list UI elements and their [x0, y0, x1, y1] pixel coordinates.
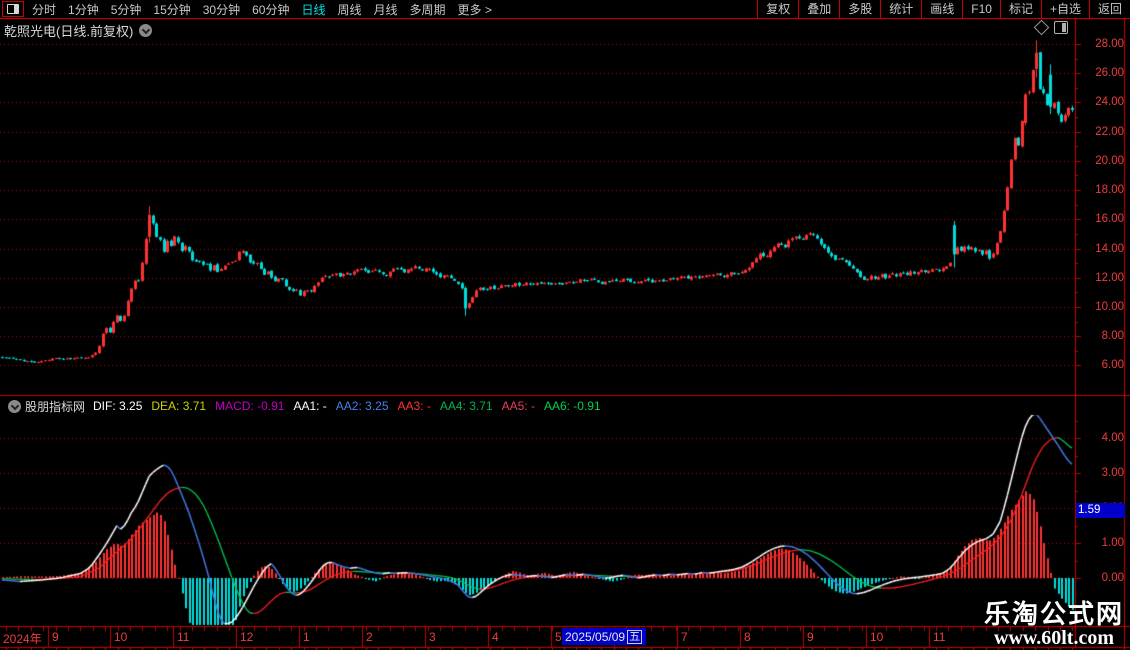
tab-1分钟[interactable]: 1分钟: [62, 1, 105, 18]
tab-多周期[interactable]: 多周期: [404, 1, 452, 18]
indicator-tick-label: 0.00: [1101, 572, 1124, 584]
toolbar-button-多股[interactable]: 多股: [839, 0, 880, 18]
watermark-site-url: www.60lt.com: [994, 627, 1114, 649]
toolbar-button-+自选[interactable]: +自选: [1040, 0, 1089, 18]
month-label-12[interactable]: 12: [240, 630, 253, 644]
toolbar-button-统计[interactable]: 统计: [880, 0, 921, 18]
price-tick-label: 22.00: [1095, 125, 1124, 138]
price-tick-label: 26.00: [1095, 67, 1124, 80]
price-tick-label: 16.00: [1095, 213, 1124, 226]
indicator-field: DEA: 3.71: [151, 399, 207, 413]
year-label: 2024年: [3, 632, 42, 646]
price-and-indicator-canvas[interactable]: [0, 0, 1130, 650]
month-label-9[interactable]: 9: [807, 630, 814, 644]
split-window-icon[interactable]: [1054, 21, 1068, 34]
toolbar-button-返回[interactable]: 返回: [1088, 0, 1130, 18]
chevron-down-icon[interactable]: [8, 399, 21, 413]
month-label-11[interactable]: 11: [177, 630, 189, 644]
tab-日线[interactable]: 日线: [295, 1, 331, 18]
indicator-header: 股朋指标网 DIF: 3.25 DEA: 3.71 MACD: -0.91 AA1: …: [2, 398, 610, 414]
month-label-9[interactable]: 9: [52, 630, 59, 644]
toolbar-button-F10[interactable]: F10: [962, 0, 1000, 18]
indicator-name: 股朋指标网: [25, 399, 86, 414]
diamond-marker-icon[interactable]: [1033, 19, 1050, 36]
cursor-date-badge: 2025/05/09 五: [562, 628, 646, 645]
toolbar-button-标记[interactable]: 标记: [999, 0, 1041, 18]
period-tabs: 分时 1分钟 5分钟 15分钟 30分钟 60分钟 日线 周线 月线 多周期 更多 >: [0, 0, 498, 18]
watermark-site-name: 乐淘公式网: [983, 599, 1124, 629]
tab-5分钟[interactable]: 5分钟: [105, 1, 148, 18]
price-tick-label: 8.00: [1101, 330, 1124, 343]
toolbar-button-叠加[interactable]: 叠加: [798, 0, 839, 18]
indicator-field: AA4: 3.71: [439, 399, 493, 413]
symbol-title-bar: 乾照光电(日线.前复权): [4, 21, 153, 40]
indicator-field: MACD: -0.91: [215, 399, 285, 413]
toolbar-button-复权[interactable]: 复权: [757, 0, 798, 18]
indicator-current-value-badge: 1.59: [1076, 503, 1125, 518]
indicator-field: DIF: 3.25: [93, 399, 143, 413]
indicator-tick-label: 1.00: [1101, 537, 1124, 549]
toolbar-button-画线[interactable]: 画线: [921, 0, 962, 18]
chevron-down-icon[interactable]: [139, 24, 153, 37]
price-tick-label: 20.00: [1095, 154, 1124, 167]
month-label-1[interactable]: 1: [303, 630, 310, 644]
month-label-3[interactable]: 3: [429, 630, 436, 644]
cursor-weekday: 五: [627, 629, 643, 644]
price-tick-label: 6.00: [1101, 359, 1124, 372]
cursor-date: 2025/05/09: [565, 629, 626, 644]
price-tick-label: 14.00: [1095, 242, 1124, 255]
date-axis: 2024年 2025/05/09 五 91011121234567891011: [0, 627, 1130, 648]
split-window-icon: [7, 4, 19, 14]
indicator-field: AA3: -: [397, 399, 431, 413]
month-label-8[interactable]: 8: [744, 630, 751, 644]
price-tick-label: 24.00: [1095, 96, 1124, 109]
indicator-field: AA5: -: [501, 399, 535, 413]
price-tick-label: 18.00: [1095, 184, 1124, 197]
watermark: 乐淘公式网 www.60lt.com: [984, 600, 1124, 649]
price-tick-label: 12.00: [1095, 271, 1124, 284]
month-label-11[interactable]: 11: [933, 630, 945, 644]
month-label-2[interactable]: 2: [366, 630, 373, 644]
tab-更多 >[interactable]: 更多 >: [452, 1, 498, 18]
month-label-7[interactable]: 7: [681, 630, 688, 644]
tab-30分钟[interactable]: 30分钟: [197, 1, 246, 18]
tab-15分钟[interactable]: 15分钟: [147, 1, 196, 18]
indicator-tick-label: 4.00: [1101, 432, 1124, 444]
top-toolbar: 分时 1分钟 5分钟 15分钟 30分钟 60分钟 日线 周线 月线 多周期 更多 > 复权 叠加 多股…: [0, 0, 1130, 19]
price-tick-label: 28.00: [1095, 38, 1124, 50]
month-label-10[interactable]: 10: [870, 630, 883, 644]
tab-60分钟[interactable]: 60分钟: [246, 1, 295, 18]
month-label-10[interactable]: 10: [114, 630, 127, 644]
indicator-field: AA6: -0.91: [543, 399, 601, 413]
layout-toggle-button[interactable]: [2, 1, 24, 17]
tab-分时[interactable]: 分时: [26, 1, 62, 18]
month-label-4[interactable]: 4: [492, 630, 499, 644]
symbol-title: 乾照光电(日线.前复权): [4, 24, 134, 39]
indicator-field: AA2: 3.25: [335, 399, 389, 413]
trading-terminal: 分时 1分钟 5分钟 15分钟 30分钟 60分钟 日线 周线 月线 多周期 更多 > 复权 叠加 多股…: [0, 0, 1130, 650]
toolbar-actions: 复权 叠加 多股 统计 画线 F10 标记 +自选 返回: [757, 0, 1130, 18]
chart-corner-icons: [1033, 19, 1068, 36]
price-tick-label: 10.00: [1095, 300, 1124, 313]
month-label-5[interactable]: 5: [555, 630, 562, 644]
indicator-tick-label: 3.00: [1101, 467, 1124, 479]
tab-月线[interactable]: 月线: [368, 1, 404, 18]
indicator-field: AA1: -: [293, 399, 327, 413]
tab-周线[interactable]: 周线: [331, 1, 367, 18]
